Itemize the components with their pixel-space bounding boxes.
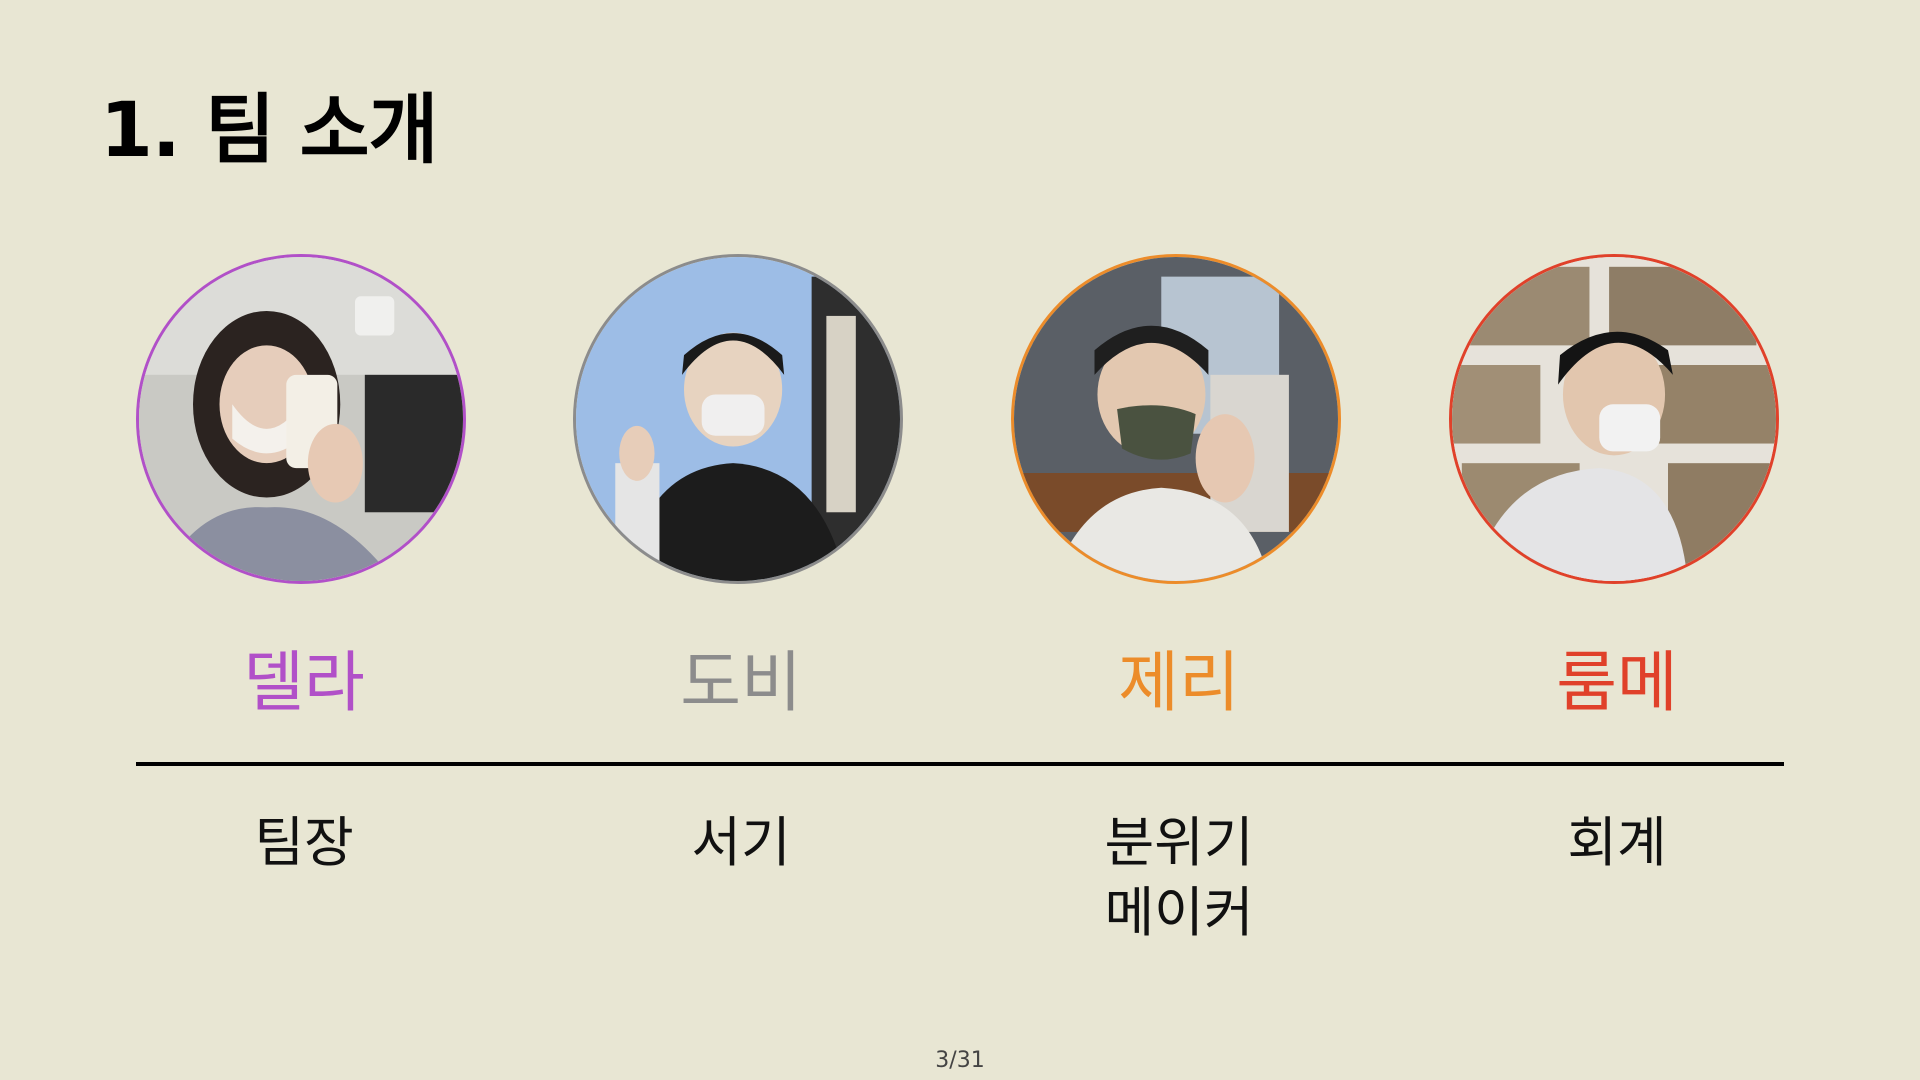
person-photo-icon <box>576 257 900 581</box>
role-line: 팀장 <box>254 811 354 874</box>
member-name-4: 룸메 <box>1556 644 1678 721</box>
member-role-2: 서기 <box>573 808 909 878</box>
member-name-3: 제리 <box>1118 644 1240 721</box>
slide-title: 1. 팀 소개 <box>100 85 438 174</box>
slide: 1. 팀 소개 델라 도비 제리 룸메 팀장 서기 분위기 메이커 회계 3/3… <box>0 0 1920 1080</box>
member-photo-1 <box>136 254 466 584</box>
member-photo-4 <box>1449 254 1779 584</box>
member-role-4: 회계 <box>1449 808 1785 878</box>
role-line: 서기 <box>691 811 791 874</box>
person-photo-icon <box>1452 257 1776 581</box>
role-line: 회계 <box>1567 811 1667 874</box>
member-card-4: 룸메 <box>1449 254 1785 716</box>
person-photo-icon <box>1014 257 1338 581</box>
member-card-3: 제리 <box>1011 254 1347 716</box>
page-number: 3/31 <box>935 1048 985 1073</box>
member-role-3: 분위기 메이커 <box>1011 808 1347 948</box>
member-name-1: 델라 <box>243 644 365 721</box>
role-line: 분위기 <box>1104 811 1254 874</box>
member-name-2: 도비 <box>680 644 802 721</box>
member-card-1: 델라 <box>136 254 472 716</box>
member-card-2: 도비 <box>573 254 909 716</box>
person-photo-icon <box>139 257 463 581</box>
role-line: 메이커 <box>1104 881 1254 944</box>
member-role-1: 팀장 <box>136 808 472 878</box>
member-photo-3 <box>1011 254 1341 584</box>
member-photo-2 <box>573 254 903 584</box>
divider-line <box>136 762 1784 766</box>
